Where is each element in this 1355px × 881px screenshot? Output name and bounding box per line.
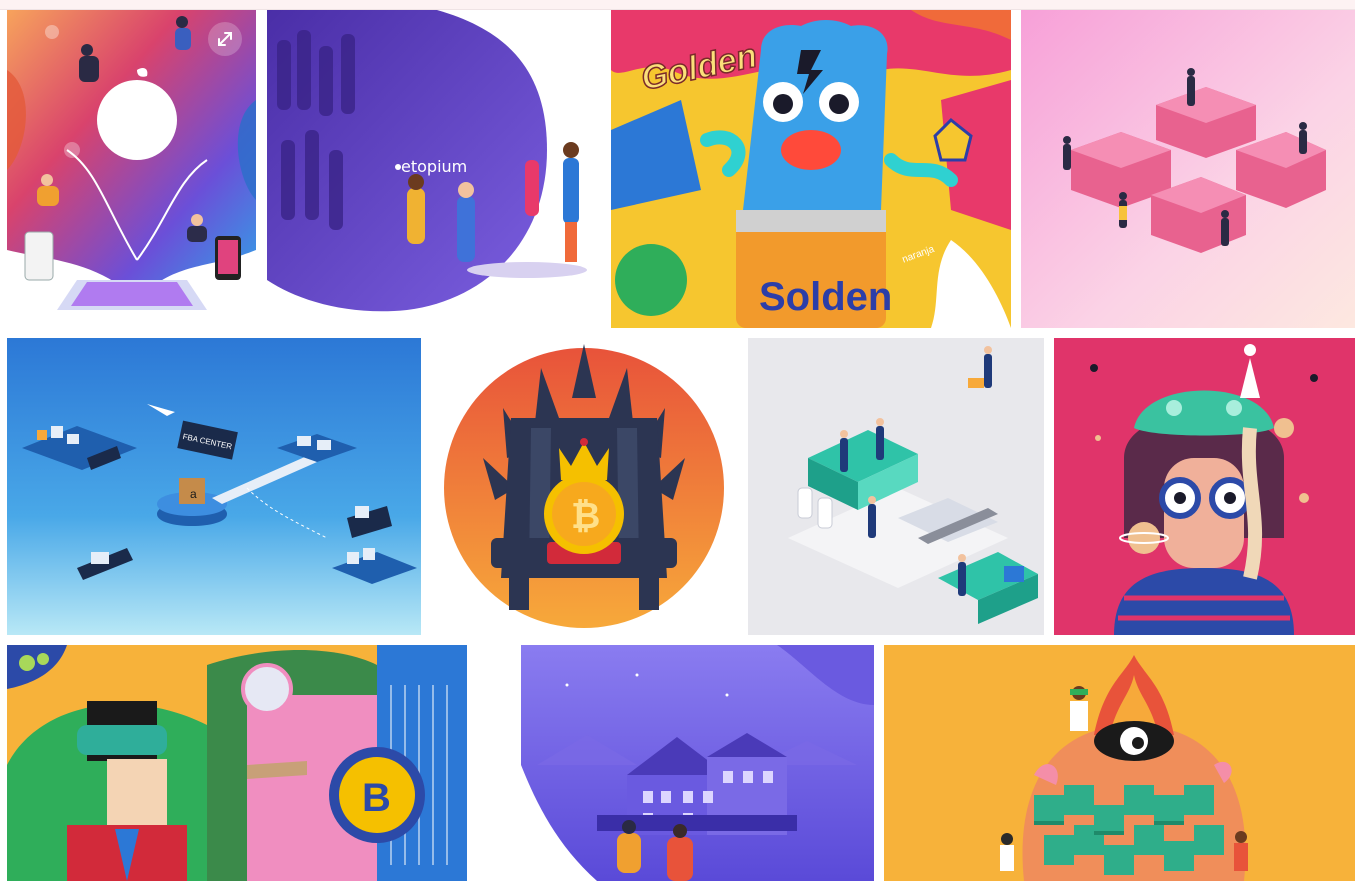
tile-vr-bitcoin-illustration[interactable]: B xyxy=(7,645,467,881)
purple-houses-artwork xyxy=(477,645,874,881)
vr-bitcoin-coin-symbol: B xyxy=(362,776,391,820)
puzzle-artwork xyxy=(1021,10,1355,328)
tile-isometric-factory-illustration[interactable] xyxy=(748,338,1044,635)
tile-bitcoin-throne-illustration[interactable]: ₿ xyxy=(431,338,738,635)
bitcoin-coin-symbol: ₿ xyxy=(571,495,600,536)
tile-puzzle-teamwork-illustration[interactable] xyxy=(1021,10,1355,328)
vr-bitcoin-artwork: B xyxy=(7,645,467,881)
tile-etopium-illustration[interactable]: etopium xyxy=(267,10,601,328)
expand-arrows-icon xyxy=(218,32,232,46)
etopium-artwork: etopium xyxy=(267,10,601,328)
fba-center-artwork: a FBA CENTER xyxy=(7,338,421,635)
expand-button[interactable] xyxy=(208,22,242,56)
etopium-logo-text: etopium xyxy=(401,157,467,176)
tile-space-girl-illustration[interactable] xyxy=(1054,338,1355,635)
top-bar xyxy=(0,0,1355,10)
svg-text:a: a xyxy=(190,487,197,501)
can-label-text: Solden xyxy=(759,275,892,319)
tile-fba-center-illustration[interactable]: a FBA CENTER xyxy=(7,338,421,635)
space-girl-artwork xyxy=(1054,338,1355,635)
golden-gummy-artwork: Golden Solden naranja xyxy=(611,10,1011,328)
apple-artwork xyxy=(7,10,256,328)
monster-blocks-artwork xyxy=(884,645,1355,881)
tile-purple-houses-illustration[interactable] xyxy=(477,645,874,881)
bitcoin-throne-artwork: ₿ xyxy=(431,338,738,635)
tile-monster-blocks-illustration[interactable] xyxy=(884,645,1355,881)
factory-artwork xyxy=(748,338,1044,635)
tile-golden-gummy-illustration[interactable]: Golden Solden naranja xyxy=(611,10,1011,328)
tile-apple-illustration[interactable] xyxy=(7,10,256,328)
